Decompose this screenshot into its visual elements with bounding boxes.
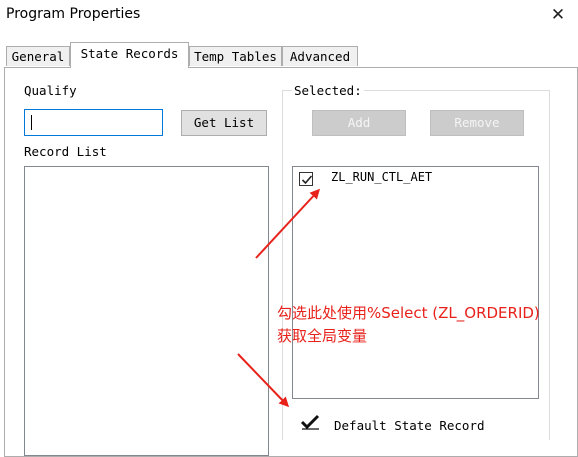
arrow-to-default-checkbox — [237, 353, 290, 408]
tab-state-records[interactable]: State Records — [70, 42, 189, 68]
arrow-to-selected-item — [255, 188, 321, 259]
